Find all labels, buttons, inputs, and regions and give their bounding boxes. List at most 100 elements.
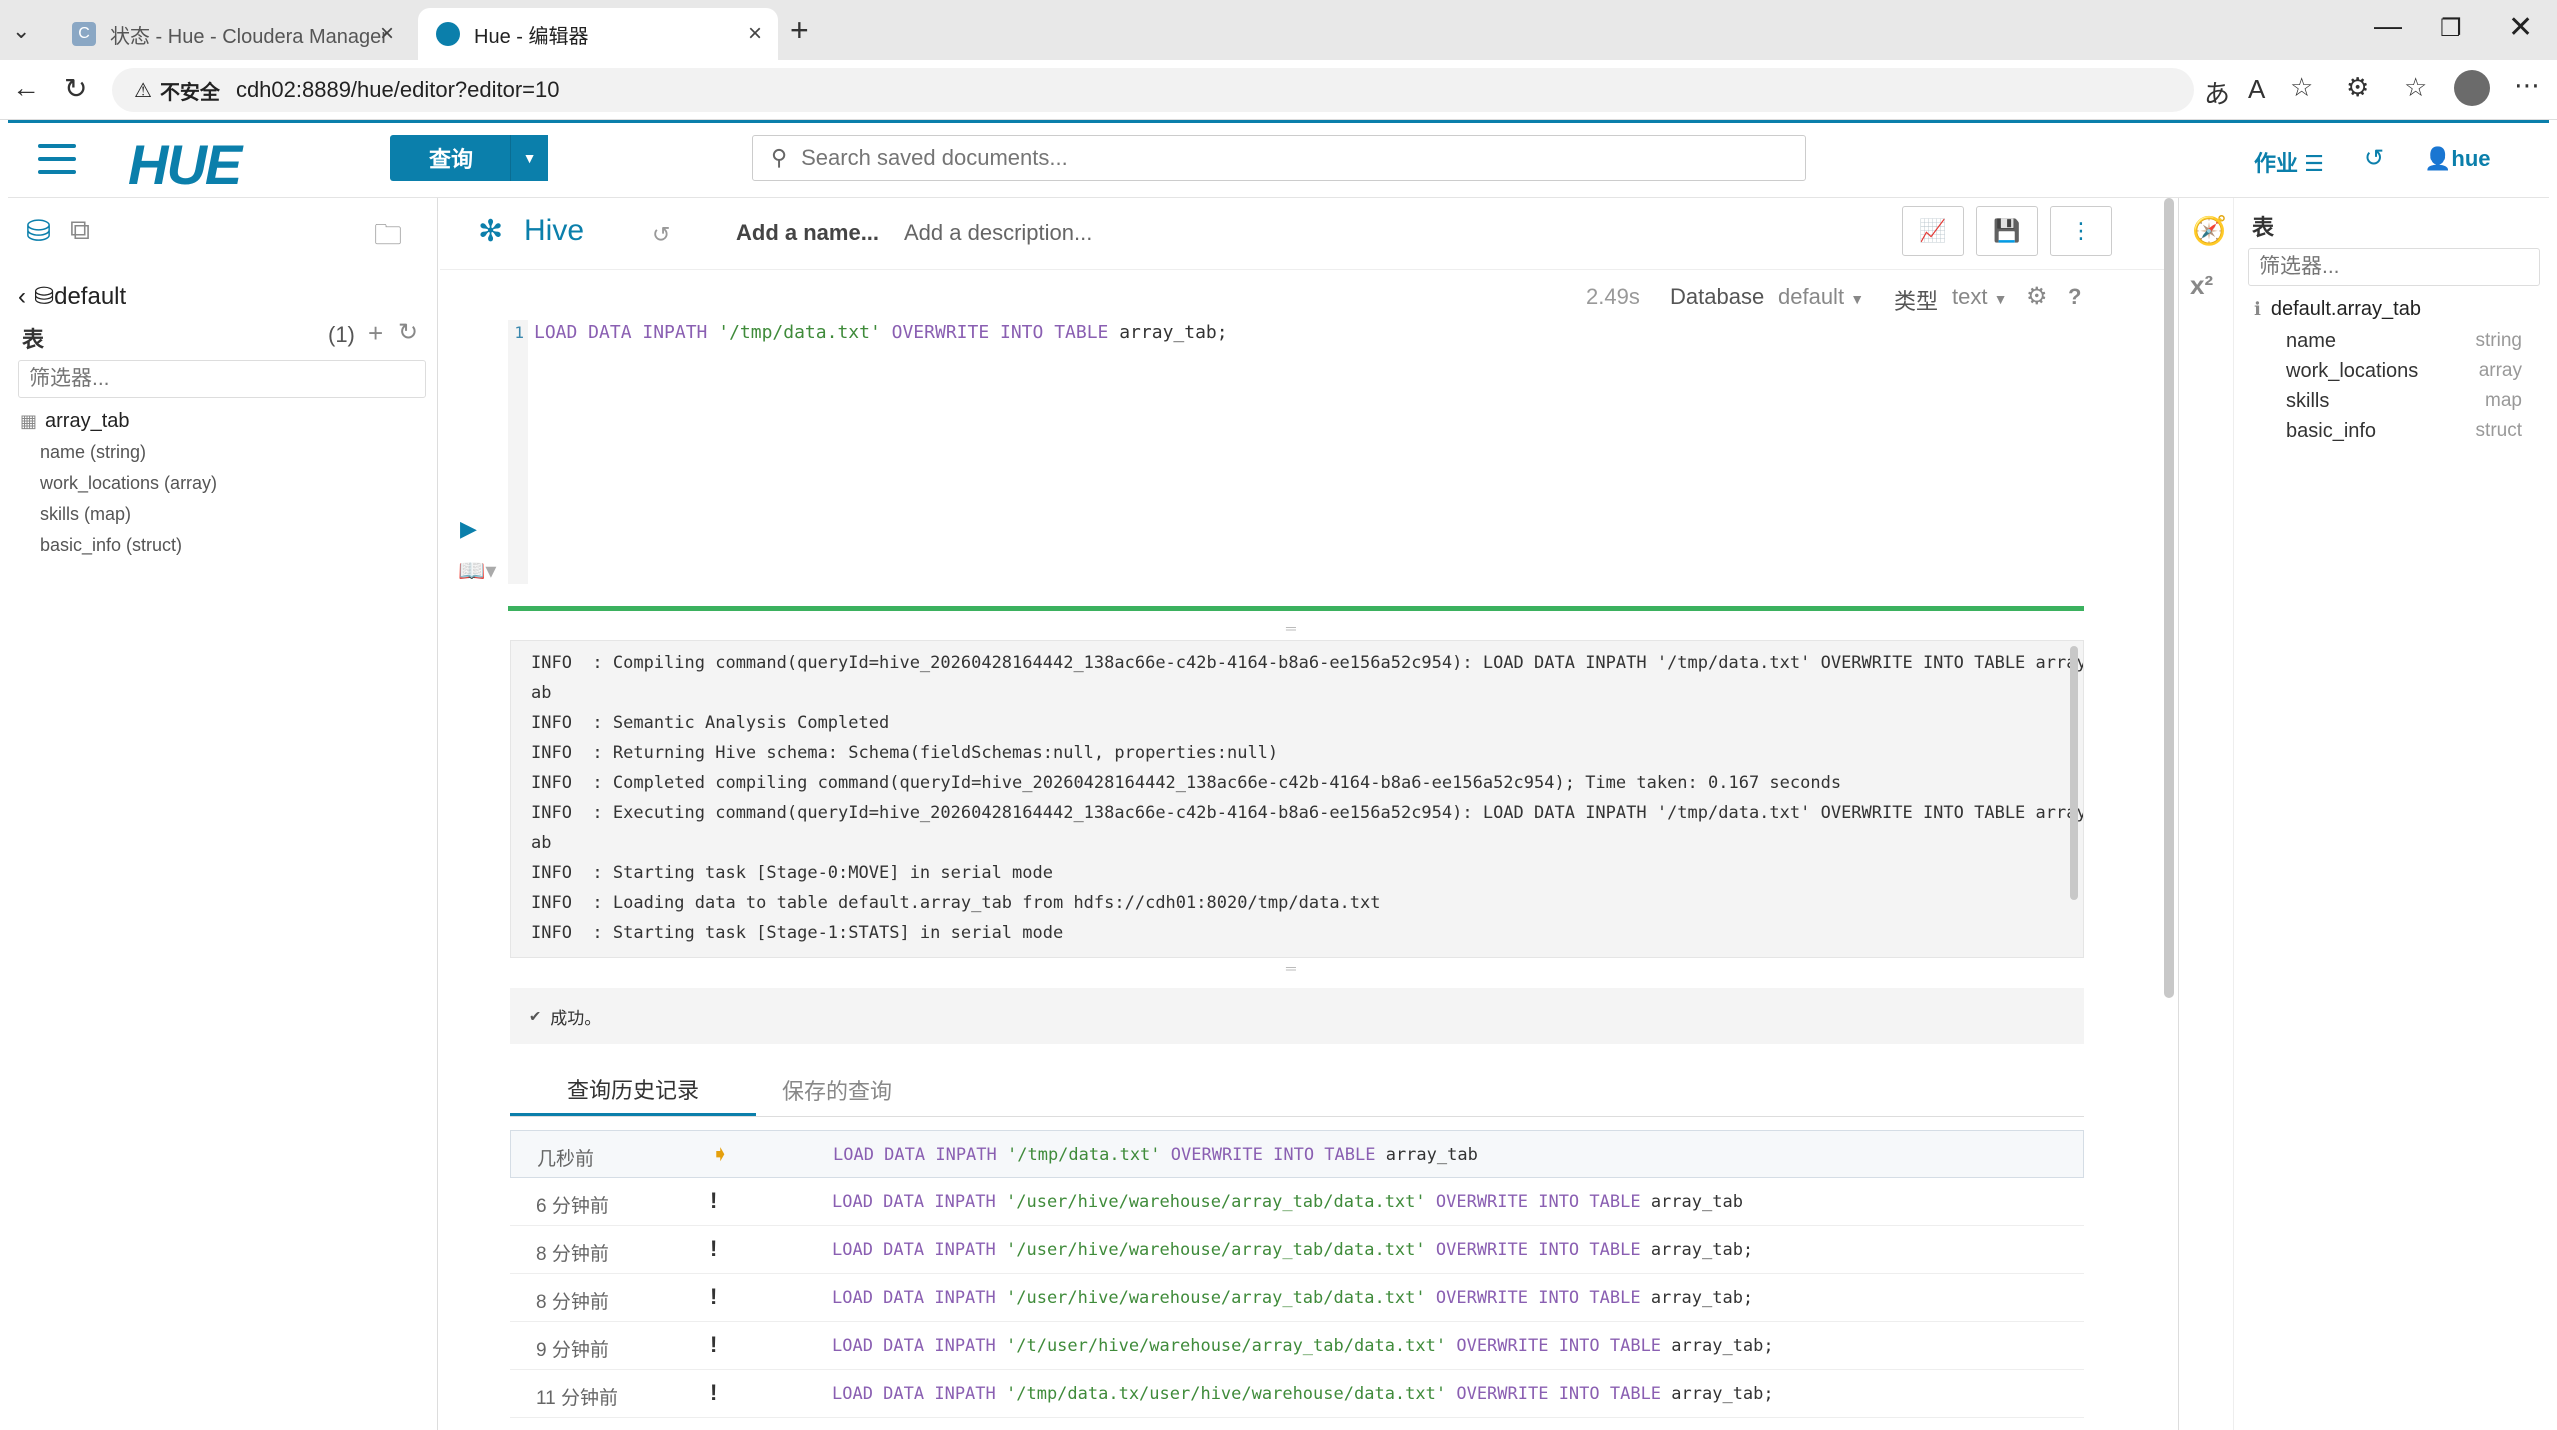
- search-input[interactable]: [801, 145, 1752, 171]
- add-table-icon[interactable]: +: [368, 318, 383, 349]
- error-exclamation-icon: !: [710, 1188, 718, 1213]
- tab-query-history[interactable]: 查询历史记录: [510, 1064, 756, 1116]
- table-item-array-tab[interactable]: ▦ array_tab: [20, 410, 130, 433]
- omnibox[interactable]: ⚠ 不安全 cdh02:8889/hue/editor?editor=10: [112, 68, 2194, 112]
- compass-icon[interactable]: 🧭: [2192, 214, 2227, 247]
- resize-handle-icon[interactable]: ═: [1286, 960, 1296, 976]
- column-item[interactable]: work_locations (array): [40, 473, 217, 494]
- type-select[interactable]: text ▼: [1952, 284, 2007, 310]
- close-window-icon[interactable]: ✕: [2508, 10, 2533, 45]
- history-row[interactable]: 8 分钟前! LOAD DATA INPATH '/user/hive/wareh…: [510, 1226, 2084, 1274]
- hamburger-menu-icon[interactable]: [38, 144, 76, 174]
- left-filter-box[interactable]: [18, 360, 426, 398]
- table-grid-icon: ▦: [20, 411, 38, 431]
- column-name: skills: [2286, 390, 2330, 412]
- editor-history-icon[interactable]: ↺: [652, 222, 670, 248]
- column-item[interactable]: basic_info (struct): [40, 535, 182, 556]
- resize-handle-icon[interactable]: ═: [1286, 620, 1296, 636]
- right-column-row[interactable]: skills map: [2286, 390, 2540, 413]
- history-row[interactable]: 8 分钟前! LOAD DATA INPATH '/user/hive/wareh…: [510, 1274, 2084, 1322]
- run-play-icon[interactable]: ▶: [460, 516, 477, 542]
- help-icon[interactable]: ?: [2068, 284, 2081, 310]
- right-column-row[interactable]: work_locations array: [2286, 360, 2540, 383]
- code-editor[interactable]: LOAD DATA INPATH '/tmp/data.txt' OVERWRI…: [534, 322, 1228, 343]
- right-filter-box[interactable]: [2248, 248, 2540, 286]
- browser-tab-cloudera[interactable]: C 状态 - Hue - Cloudera Manager ×: [54, 8, 410, 60]
- hive-bee-icon: ✻: [478, 215, 504, 248]
- search-box[interactable]: ⚲: [752, 135, 1806, 181]
- right-table-name[interactable]: ℹ default.array_tab: [2254, 298, 2421, 321]
- search-icon: ⚲: [771, 145, 788, 170]
- database-select[interactable]: default ▼: [1778, 284, 1864, 310]
- code-identifier: array_tab;: [1119, 322, 1228, 343]
- code-string: '/user/hive/warehouse/array_tab/data.txt…: [1006, 1192, 1426, 1212]
- history-row[interactable]: 11 分钟前! LOAD DATA INPATH '/tmp/data.tx/us…: [510, 1370, 2084, 1418]
- close-tab-icon[interactable]: ×: [748, 20, 762, 48]
- more-menu-icon[interactable]: ⋯: [2514, 70, 2540, 101]
- folder-icon[interactable]: 🗀: [374, 214, 402, 262]
- success-text: 成功。: [550, 1008, 602, 1029]
- log-scrollbar[interactable]: [2070, 646, 2078, 900]
- database-icon[interactable]: ⛁: [26, 214, 51, 249]
- more-options-button[interactable]: ⋮: [2050, 206, 2112, 256]
- functions-x2-icon[interactable]: x²: [2190, 270, 2213, 301]
- add-description-field[interactable]: Add a description...: [904, 220, 1092, 246]
- favorites-list-icon[interactable]: ☆: [2404, 72, 2427, 103]
- back-icon[interactable]: ←: [12, 72, 40, 104]
- column-item[interactable]: name (string): [40, 442, 146, 463]
- database-label: Database: [1670, 284, 1765, 309]
- restore-icon[interactable]: ❐: [2440, 14, 2462, 43]
- snippet-book-icon[interactable]: 📖▾: [458, 558, 496, 584]
- log-line: INFO : Starting task [Stage-0:MOVE] in s…: [531, 863, 1053, 883]
- close-tab-icon[interactable]: ×: [380, 20, 394, 48]
- log-line: INFO : Executing command(queryId=hive_20…: [531, 803, 2084, 823]
- tab-saved-queries[interactable]: 保存的查询: [756, 1064, 918, 1116]
- execution-time: 2.49s: [1586, 284, 1640, 309]
- browser-tab-hue[interactable]: Hue - 编辑器 ×: [418, 8, 778, 60]
- new-tab-icon[interactable]: +: [790, 12, 809, 49]
- tab-list-chevron-icon[interactable]: ⌄: [12, 18, 30, 44]
- browser-tab-title: Hue - 编辑器: [474, 25, 589, 48]
- read-aloud-icon[interactable]: A: [2248, 74, 2265, 105]
- profile-avatar[interactable]: [2454, 70, 2490, 106]
- translate-icon[interactable]: あ: [2204, 74, 2230, 111]
- query-dropdown-caret-icon[interactable]: ▼: [510, 135, 548, 181]
- browser-tab-title: 状态 - Hue - Cloudera Manager: [110, 25, 388, 48]
- code-string: '/tmp/data.tx/user/hive/warehouse/data.t…: [1006, 1384, 1447, 1404]
- main-scrollbar[interactable]: [2164, 198, 2174, 998]
- extensions-icon[interactable]: ⚙: [2346, 72, 2369, 103]
- column-type: struct: [2475, 420, 2522, 441]
- code-keyword: OVERWRITE INTO TABLE: [1425, 1288, 1651, 1308]
- history-row[interactable]: 9 分钟前! LOAD DATA INPATH '/t/user/hive/war…: [510, 1322, 2084, 1370]
- favorite-star-icon[interactable]: ☆: [2290, 72, 2313, 103]
- code-identifier: array_tab;: [1671, 1336, 1774, 1356]
- history-row[interactable]: 6 分钟前! LOAD DATA INPATH '/user/hive/wareh…: [510, 1178, 2084, 1226]
- hue-logo[interactable]: HUE: [128, 132, 242, 197]
- save-button[interactable]: 💾: [1976, 206, 2038, 256]
- left-filter-input[interactable]: [29, 367, 425, 391]
- reload-icon[interactable]: ↻: [64, 72, 87, 105]
- code-keyword: LOAD DATA INPATH: [832, 1240, 1006, 1260]
- jobs-link[interactable]: 作业 ☰: [2254, 146, 2324, 178]
- settings-gear-icon[interactable]: ⚙: [2026, 282, 2048, 311]
- history-time: 9 分钟前: [536, 1340, 609, 1361]
- right-column-row[interactable]: basic_info struct: [2286, 420, 2540, 443]
- minimize-icon[interactable]: —: [2374, 10, 2402, 42]
- running-arrow-icon: ➧: [711, 1141, 730, 1166]
- add-name-field[interactable]: Add a name...: [736, 220, 879, 246]
- right-filter-input[interactable]: [2259, 255, 2539, 279]
- user-menu[interactable]: 👤hue: [2424, 146, 2491, 172]
- column-item[interactable]: skills (map): [40, 504, 131, 525]
- code-keyword: LOAD DATA INPATH: [832, 1192, 1006, 1212]
- right-column-row[interactable]: name string: [2286, 330, 2540, 353]
- back-chevron-icon[interactable]: ‹: [18, 283, 26, 310]
- documents-icon[interactable]: ⧉: [70, 214, 90, 247]
- history-icon[interactable]: ↺: [2364, 144, 2384, 173]
- history-row[interactable]: 几秒前 ➧ LOAD DATA INPATH '/tmp/data.txt' OVE…: [510, 1130, 2084, 1178]
- database-breadcrumb[interactable]: ‹ ⛁default: [18, 282, 126, 311]
- code-string: '/tmp/data.txt': [1007, 1145, 1161, 1165]
- chart-button[interactable]: 📈: [1902, 206, 1964, 256]
- refresh-icon[interactable]: ↻: [398, 318, 418, 347]
- url-text[interactable]: cdh02:8889/hue/editor?editor=10: [236, 77, 560, 103]
- hue-favicon-icon: [436, 22, 460, 46]
